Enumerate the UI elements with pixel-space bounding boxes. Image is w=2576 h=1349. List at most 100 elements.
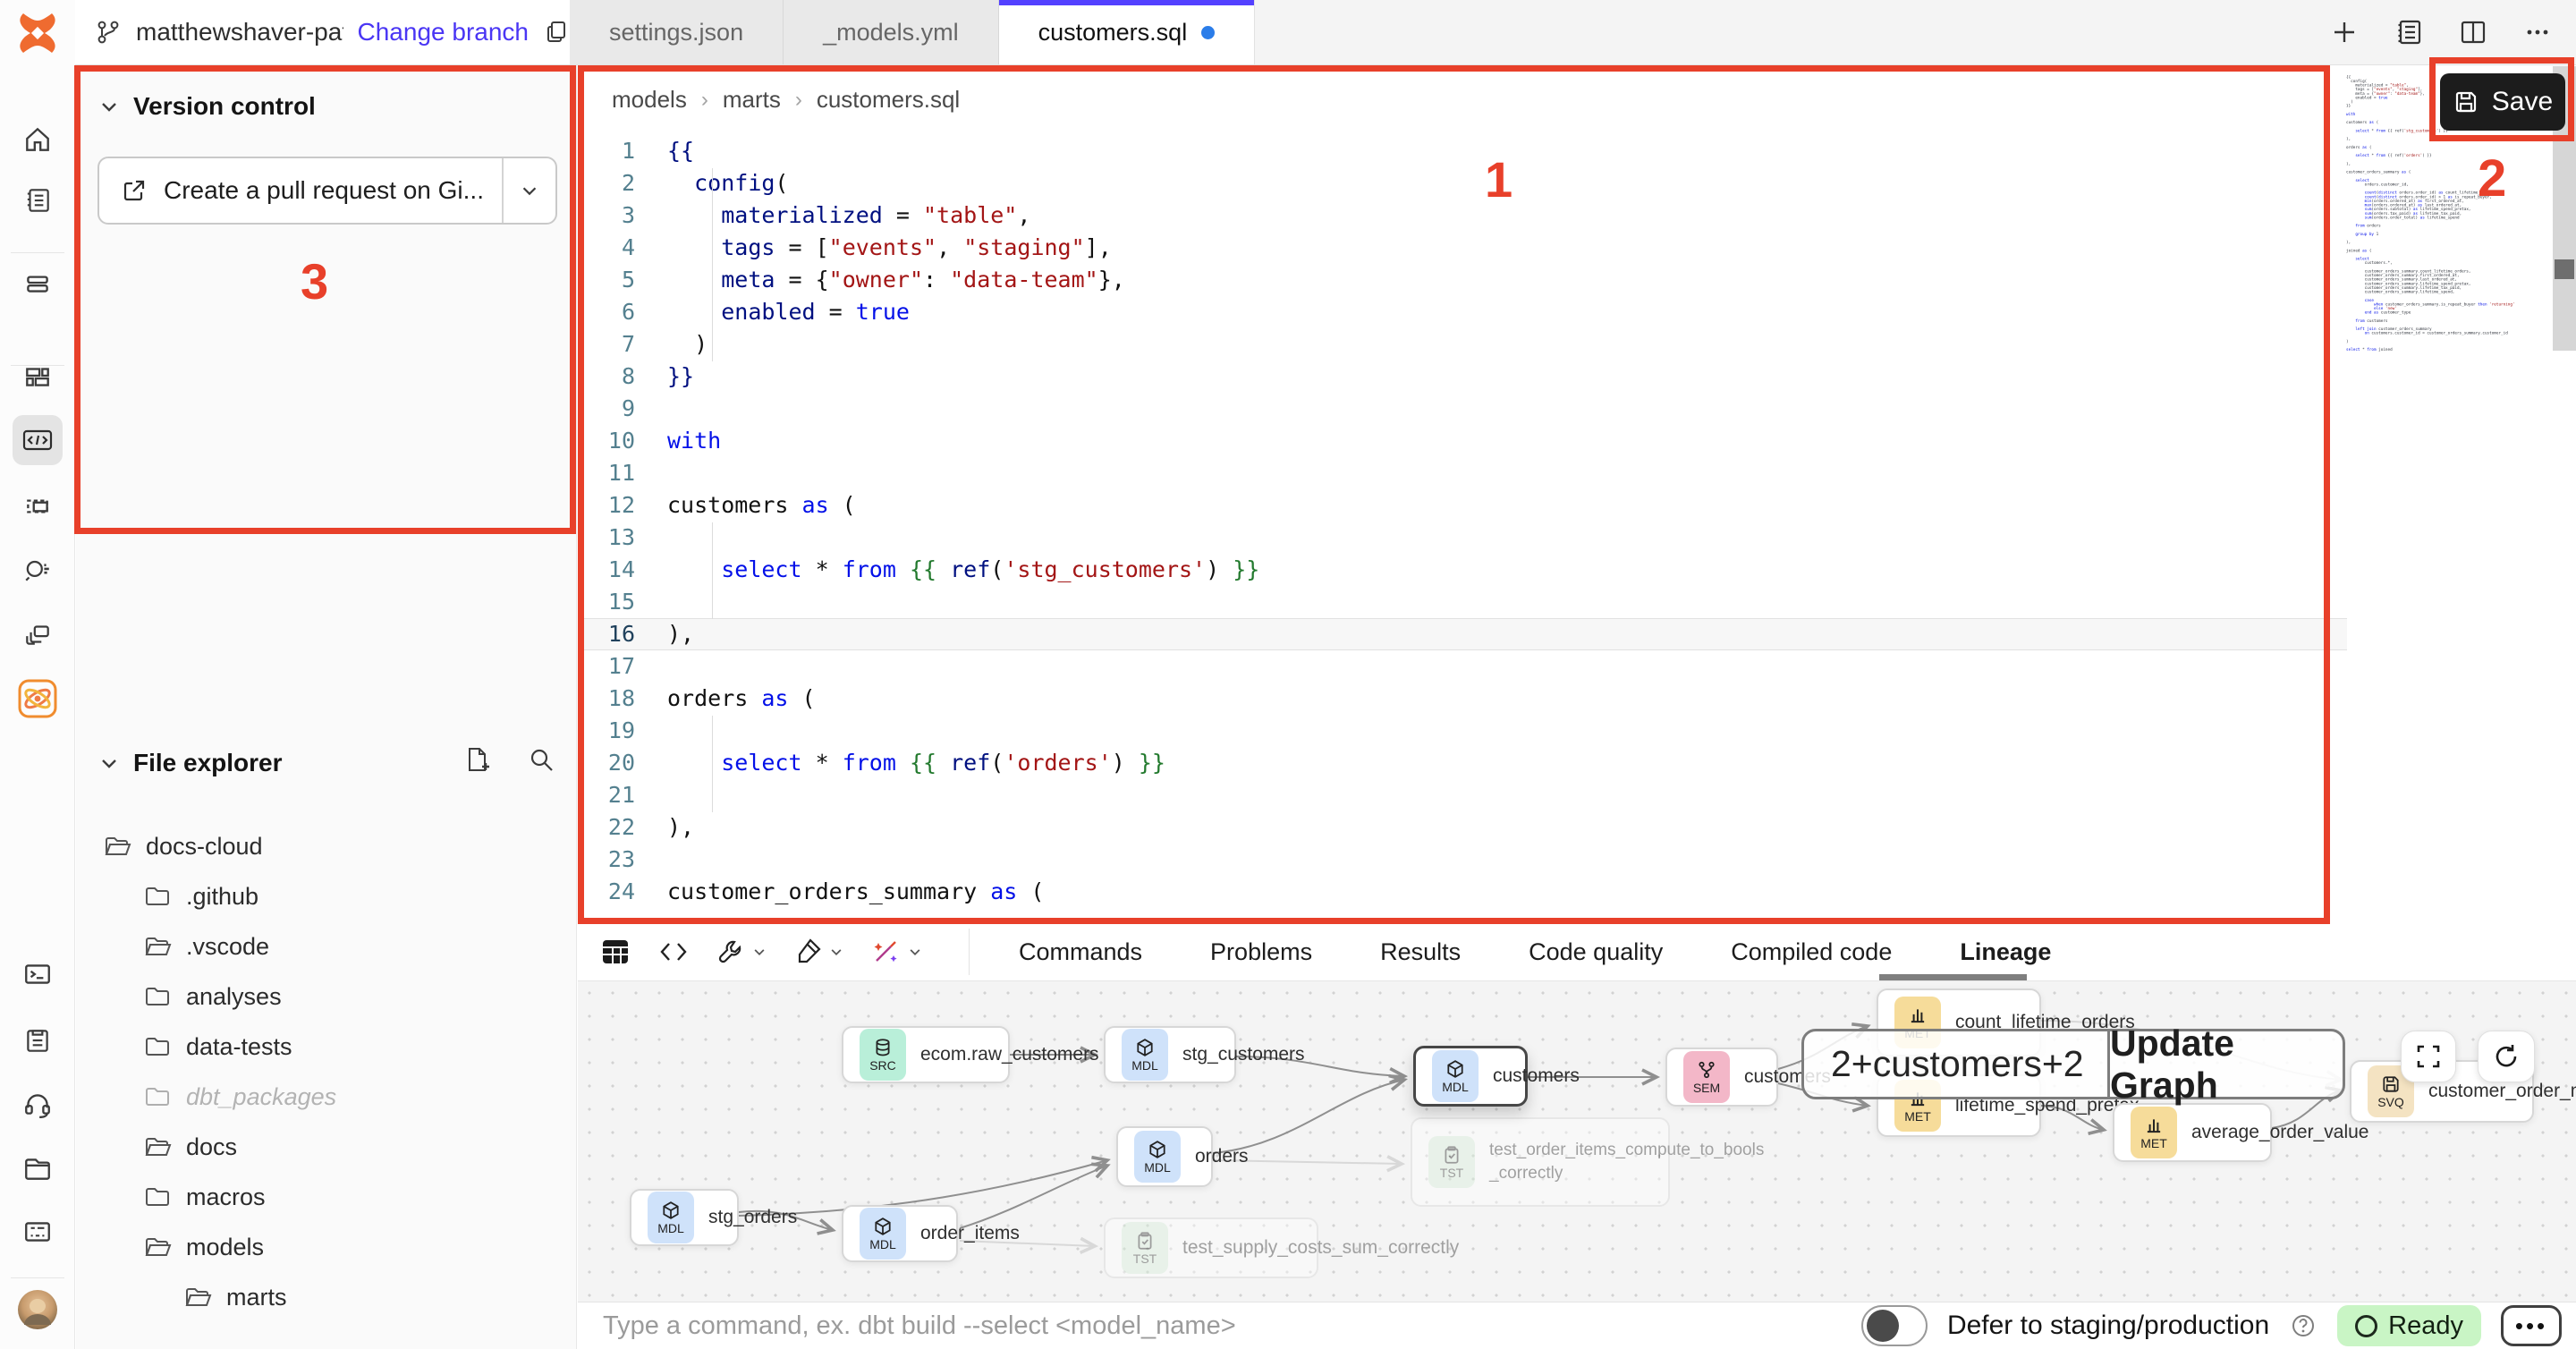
rail-frame-icon[interactable] [13,481,63,531]
tree-item-docs-cloud[interactable]: docs-cloud [103,821,263,871]
breadcrumb-item[interactable]: marts [723,86,781,114]
file-explorer-header[interactable]: File explorer [97,749,555,777]
build-tools-icon[interactable] [716,937,767,967]
tree-item-analyses[interactable]: analyses [143,971,282,1022]
copy-branch-icon[interactable] [543,19,570,46]
rail-home-icon[interactable] [13,115,63,165]
rail-code-icon[interactable] [13,415,63,465]
lineage-node-stg_orders[interactable]: MDLstg_orders [630,1189,739,1246]
tab-settings.json[interactable]: settings.json [570,0,784,64]
search-icon[interactable] [527,745,555,774]
code-line: 14 select * from {{ ref('stg_customers')… [578,554,2347,586]
lineage-node-average_order_value[interactable]: METaverage_order_value [2113,1103,2272,1162]
defer-toggle[interactable] [1861,1305,1928,1346]
code-line: 7 ) [578,328,2347,361]
lineage-node-orders[interactable]: MDLorders [1116,1126,1213,1187]
mdl-badge-icon: MDL [1122,1029,1168,1081]
more-options-button[interactable]: ••• [2501,1305,2562,1346]
lineage-node-stg_customers[interactable]: MDLstg_customers [1104,1026,1236,1083]
rail-atom-icon[interactable] [13,674,63,724]
code-line: 9 [578,393,2347,425]
format-icon[interactable] [792,937,844,967]
new-file-icon[interactable] [462,745,491,774]
breadcrumb-item[interactable]: customers.sql [817,86,960,114]
fullscreen-button[interactable] [2401,1031,2456,1082]
code-editor[interactable]: models›marts›customers.sql 1{{2 config(3… [578,66,2576,923]
code-line: 16), [578,618,2347,650]
scrollbar-thumb[interactable] [2555,259,2574,279]
bottom-tab-results[interactable]: Results [1346,923,1495,980]
plus-icon[interactable] [2329,17,2360,47]
tree-item-data-tests[interactable]: data-tests [143,1022,292,1072]
save-button[interactable]: Save [2440,73,2565,131]
help-icon[interactable] [2289,1311,2318,1340]
lineage-node-test_order_items_compute_to_bools[interactable]: TSTtest_order_items_compute_to_bools _co… [1411,1117,1670,1207]
tree-item-models[interactable]: models [143,1222,264,1272]
code-line: 1{{ [578,135,2347,167]
tree-item-docs[interactable]: docs [143,1122,237,1172]
bottom-tab-commands[interactable]: Commands [985,923,1176,980]
code-line: 2 config( [578,167,2347,199]
results-table-icon[interactable] [599,936,631,968]
indent-guide [712,522,713,619]
tree-item-.github[interactable]: .github [143,871,258,921]
lineage-selector-input[interactable]: 2+customers+2 [1804,1031,2110,1097]
dbt-logo[interactable] [0,0,75,65]
rail-clipboard-icon[interactable] [13,1015,63,1065]
tab-customers.sql[interactable]: customers.sql [999,0,1256,64]
breadcrumb-item[interactable]: models [612,86,687,114]
journal-icon[interactable] [2394,17,2424,47]
copilot-icon[interactable] [869,936,923,968]
rail-terminal-icon[interactable] [13,949,63,999]
mdl-badge-icon: MDL [1134,1131,1181,1183]
folder-open-icon [143,1233,172,1261]
status-ring-icon [2355,1315,2377,1337]
command-input[interactable]: Type a command, ex. dbt build --select <… [603,1302,1236,1349]
pr-dropdown-toggle[interactable] [502,158,555,223]
bottom-tab-lineage[interactable]: Lineage [1926,923,2085,980]
create-pr-button[interactable]: Create a pull request on Gi... [97,157,557,225]
lineage-node-customers[interactable]: SEMcustomers [1665,1048,1778,1107]
folder-icon [143,882,172,911]
branch-name: matthewshaver-patc [136,18,343,47]
more-icon[interactable] [2522,17,2553,47]
refresh-graph-button[interactable] [2478,1031,2535,1082]
rail-headset-icon[interactable] [13,1079,63,1129]
rail-card-icon[interactable] [13,1207,63,1257]
tree-item-macros[interactable]: macros [143,1172,266,1222]
code-line: 19 [578,715,2347,747]
bottom-toolbar: CommandsProblemsResultsCode qualityCompi… [578,923,2576,981]
lineage-node-order_items[interactable]: MDLorder_items [842,1205,958,1262]
tab-_models.yml[interactable]: _models.yml [784,0,999,64]
code-line: 18orders as ( [578,683,2347,715]
folder-icon [143,1183,172,1211]
lineage-canvas[interactable]: SRCecom.raw_customersMDLstg_customersMDL… [578,981,2576,1302]
rail-search-eye-icon[interactable] [13,545,63,595]
rail-tray-icon[interactable] [13,258,63,308]
mdl-badge-icon: MDL [860,1208,906,1260]
lineage-node-test_supply_costs_sum_correctly[interactable]: TSTtest_supply_costs_sum_correctly [1104,1217,1318,1278]
tree-item-dbt_packages[interactable]: dbt_packages [143,1072,336,1122]
code-lines[interactable]: 1{{2 config(3 materialized = "table",4 t… [578,135,2347,908]
version-control-header[interactable]: Version control [97,92,316,121]
rail-windows-icon[interactable] [13,609,63,659]
split-icon[interactable] [2458,17,2488,47]
lineage-edge [1213,1080,1404,1153]
active-tab-underline [1879,974,2027,980]
change-branch-link[interactable]: Change branch [358,18,529,47]
lineage-node-customers[interactable]: MDLcustomers [1413,1046,1528,1107]
rail-avatar[interactable] [13,1285,63,1335]
folder-open-icon [143,932,172,961]
code-view-icon[interactable] [657,937,691,967]
bottom-tab-code-quality[interactable]: Code quality [1495,923,1697,980]
lineage-node-ecom.raw_customers[interactable]: SRCecom.raw_customers [842,1026,1010,1083]
rail-grid-icon[interactable] [13,352,63,402]
tree-item-marts[interactable]: marts [183,1272,287,1322]
update-graph-button[interactable]: Update Graph [2110,1031,2343,1097]
rail-folder-icon[interactable] [13,1143,63,1193]
bottom-tab-problems[interactable]: Problems [1176,923,1346,980]
folder-open-icon [143,1133,172,1161]
rail-notebook-icon[interactable] [13,175,63,225]
tree-item-.vscode[interactable]: .vscode [143,921,269,971]
bottom-tab-compiled-code[interactable]: Compiled code [1697,923,1926,980]
